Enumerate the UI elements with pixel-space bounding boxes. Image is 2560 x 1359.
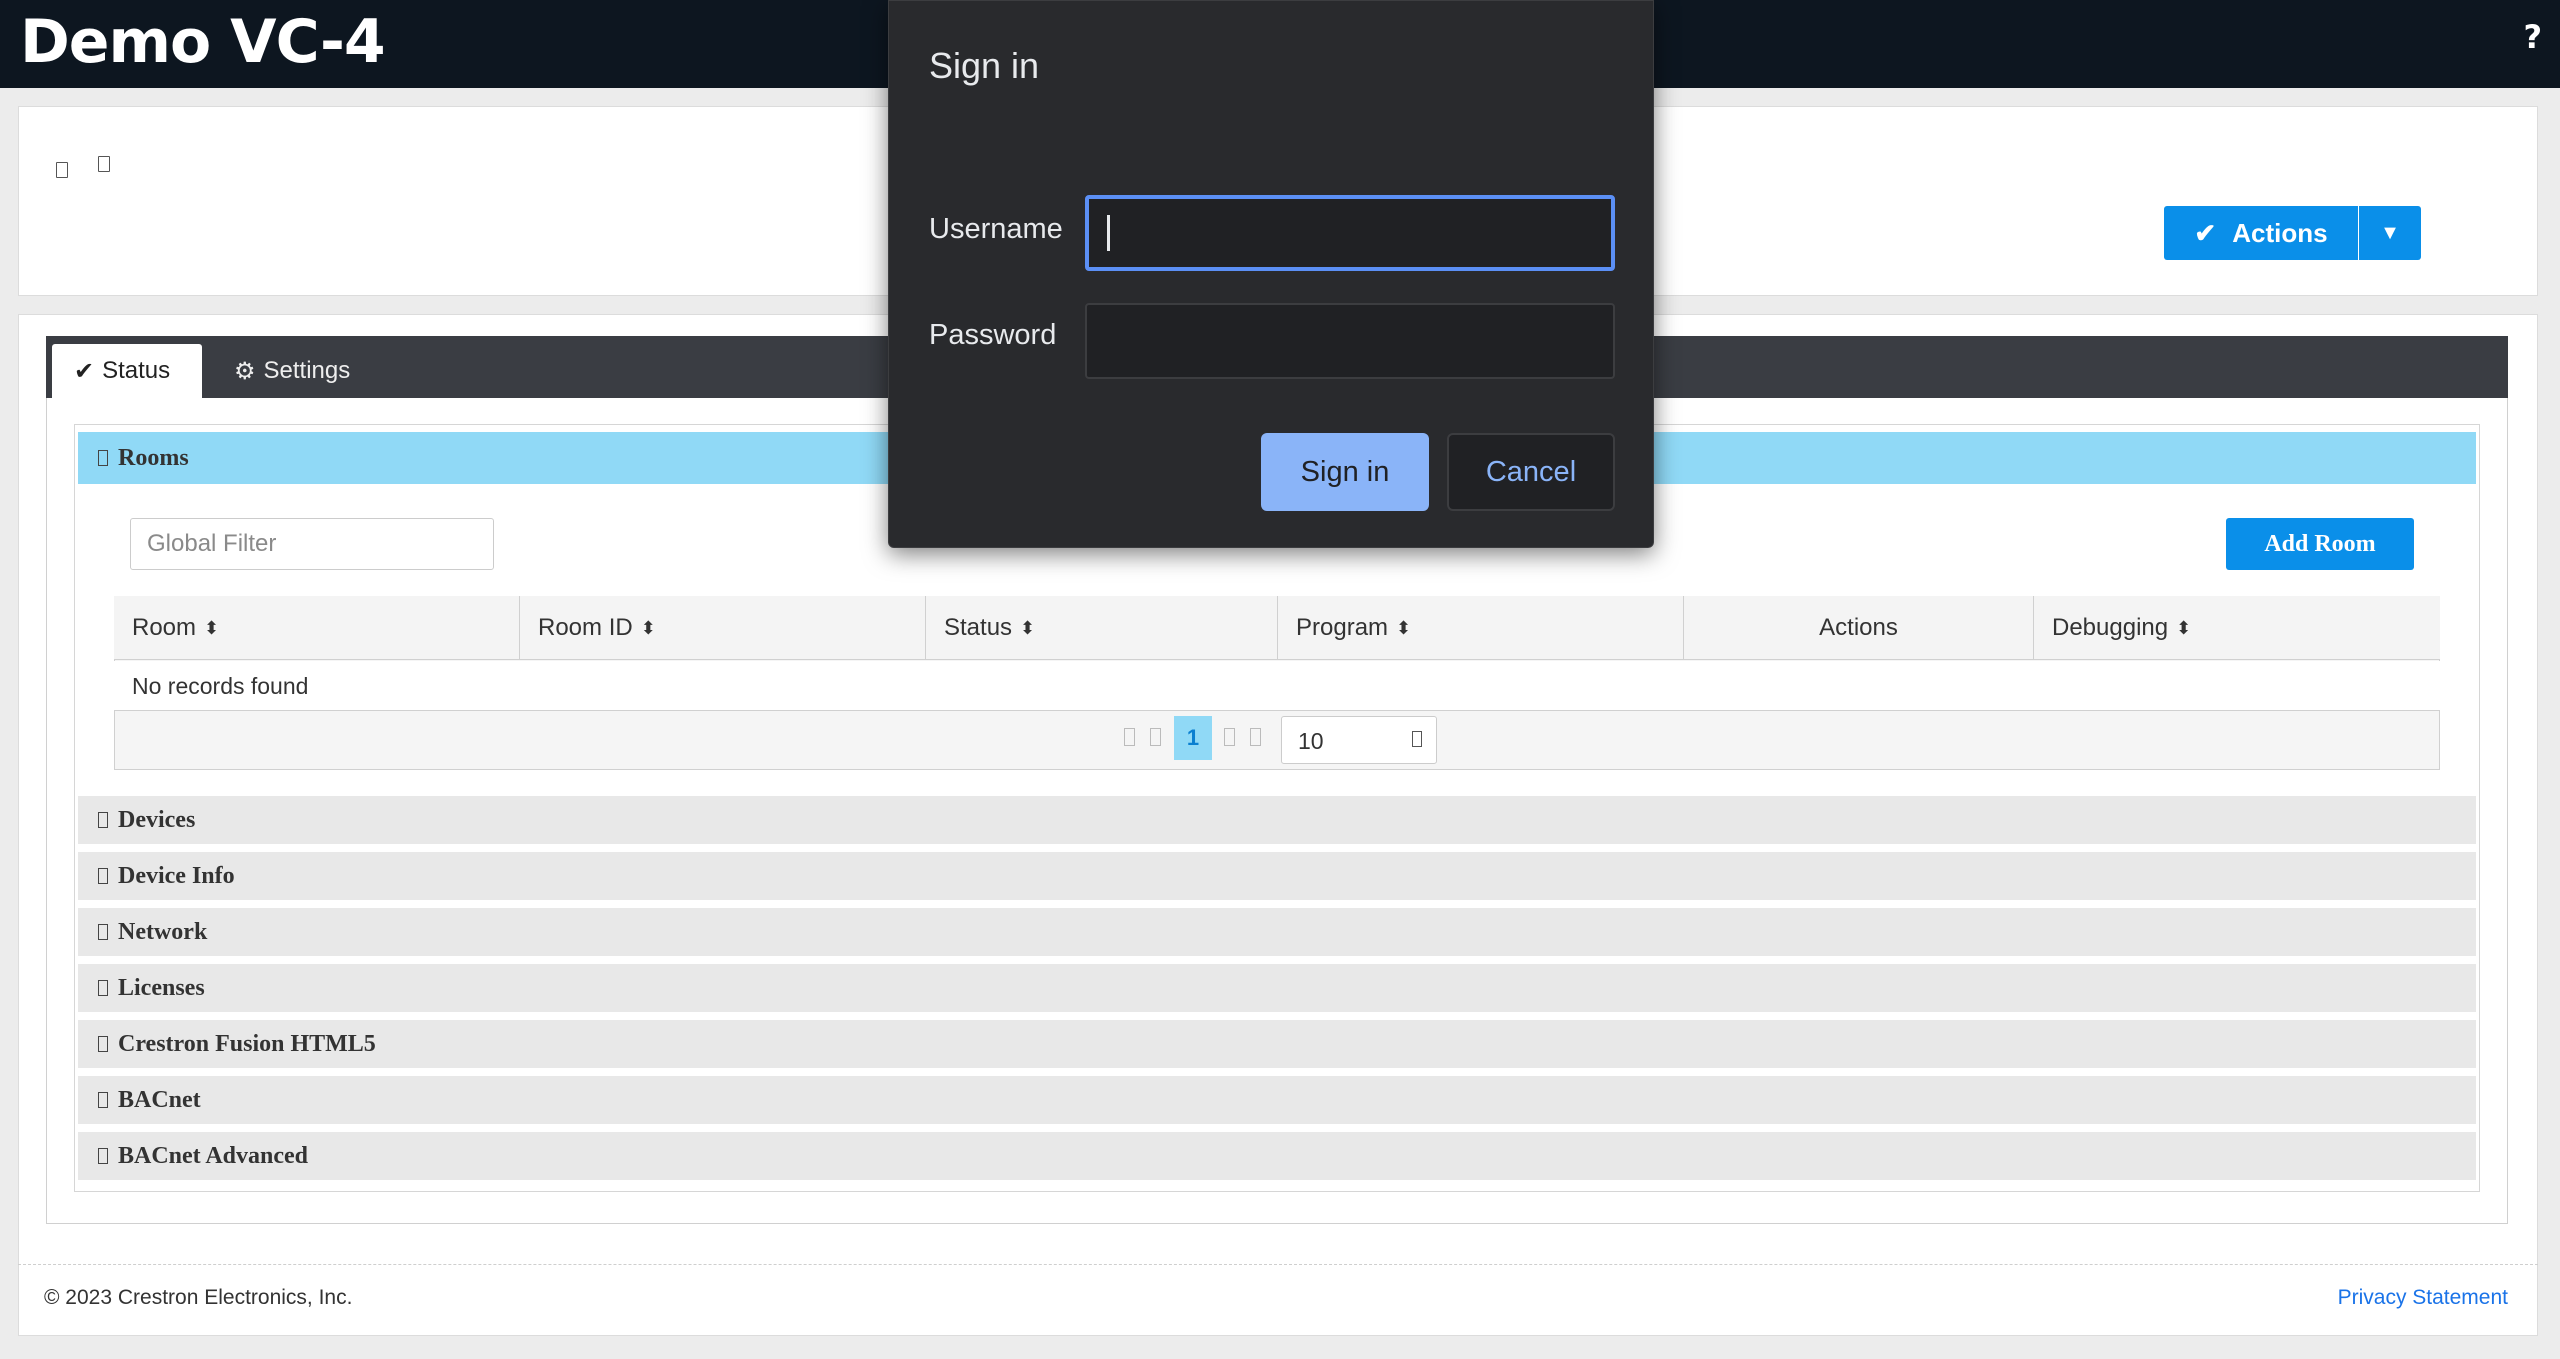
expand-icon bbox=[98, 924, 108, 940]
accordion-devices-header[interactable]: Devices bbox=[78, 796, 2476, 848]
accordion-title: Devices bbox=[118, 806, 196, 833]
accordion-rooms-title: Rooms bbox=[118, 444, 189, 471]
column-header-debugging[interactable]: Debugging ⬍ bbox=[2034, 596, 2440, 660]
expand-icon bbox=[98, 868, 108, 884]
expand-icon bbox=[98, 1092, 108, 1108]
page-size-value: 10 bbox=[1298, 728, 1324, 754]
check-icon: ✔ bbox=[2194, 217, 2217, 248]
sign-in-dialog: Sign in Username Password Sign in Cancel bbox=[888, 0, 1654, 548]
password-label: Password bbox=[929, 319, 1057, 351]
accordion-licenses-header[interactable]: Licenses bbox=[78, 964, 2476, 1016]
text-cursor bbox=[1107, 215, 1110, 251]
sort-icon: ⬍ bbox=[204, 617, 220, 638]
last-page-icon[interactable] bbox=[1250, 728, 1261, 746]
placeholder-icon bbox=[98, 156, 110, 172]
column-label: Room ID bbox=[538, 613, 633, 641]
tab-settings[interactable]: ⚙ Settings bbox=[212, 344, 382, 398]
expand-icon bbox=[98, 1148, 108, 1164]
column-label: Actions bbox=[1819, 613, 1898, 641]
accordion-title: BACnet Advanced bbox=[118, 1142, 309, 1169]
column-header-program[interactable]: Program ⬍ bbox=[1278, 596, 1684, 660]
check-icon: ✔ bbox=[74, 357, 95, 385]
accordion-device-info-header[interactable]: Device Info bbox=[78, 852, 2476, 904]
column-header-status[interactable]: Status ⬍ bbox=[926, 596, 1278, 660]
privacy-link[interactable]: Privacy Statement bbox=[2338, 1286, 2508, 1310]
copyright-text: © 2023 Crestron Electronics, Inc. bbox=[44, 1286, 353, 1309]
accordion-title: Crestron Fusion HTML5 bbox=[118, 1030, 376, 1057]
page-size-select[interactable]: 10 bbox=[1281, 716, 1437, 764]
expand-icon bbox=[98, 980, 108, 996]
accordion-title: Network bbox=[118, 918, 208, 945]
tab-status-label: Status bbox=[102, 357, 171, 384]
actions-button[interactable]: ✔ Actions bbox=[2164, 206, 2358, 260]
next-page-icon[interactable] bbox=[1224, 728, 1235, 746]
expand-icon bbox=[98, 1036, 108, 1052]
global-filter-input[interactable]: Global Filter bbox=[130, 518, 494, 570]
accordion-title: Device Info bbox=[118, 862, 235, 889]
dialog-title: Sign in bbox=[929, 45, 1040, 86]
caret-down-icon: ▼ bbox=[2380, 221, 2400, 244]
accordion-fusion-header[interactable]: Crestron Fusion HTML5 bbox=[78, 1020, 2476, 1072]
column-label: Program bbox=[1296, 613, 1389, 641]
chevron-down-icon bbox=[1412, 731, 1422, 747]
empty-message: No records found bbox=[114, 661, 2440, 711]
sort-icon: ⬍ bbox=[640, 617, 656, 638]
tab-status[interactable]: ✔ Status bbox=[52, 344, 202, 398]
column-header-room-id[interactable]: Room ID ⬍ bbox=[520, 596, 926, 660]
username-input[interactable] bbox=[1085, 195, 1615, 271]
column-label: Room bbox=[132, 613, 197, 641]
cancel-button[interactable]: Cancel bbox=[1447, 433, 1615, 511]
first-page-icon[interactable] bbox=[1124, 728, 1135, 746]
column-label: Status bbox=[944, 613, 1013, 641]
password-input[interactable] bbox=[1085, 303, 1615, 379]
expand-icon bbox=[98, 812, 108, 828]
sort-icon: ⬍ bbox=[2176, 617, 2192, 638]
column-header-room[interactable]: Room ⬍ bbox=[114, 596, 520, 660]
tab-settings-label: Settings bbox=[263, 357, 351, 384]
accordion-title: Licenses bbox=[118, 974, 205, 1001]
column-header-actions: Actions bbox=[1684, 596, 2034, 660]
accordion-network-header[interactable]: Network bbox=[78, 908, 2476, 960]
accordion-title: BACnet bbox=[118, 1086, 201, 1113]
accordion-bacnet-header[interactable]: BACnet bbox=[78, 1076, 2476, 1128]
actions-dropdown-toggle[interactable]: ▼ bbox=[2359, 206, 2421, 260]
page-button-1[interactable]: 1 bbox=[1174, 716, 1212, 760]
collapse-icon bbox=[98, 450, 108, 466]
sort-icon: ⬍ bbox=[1020, 617, 1036, 638]
column-label: Debugging bbox=[2052, 613, 2169, 641]
help-icon[interactable]: ? bbox=[2523, 18, 2542, 56]
sign-in-button[interactable]: Sign in bbox=[1261, 433, 1429, 511]
username-label: Username bbox=[929, 213, 1063, 245]
prev-page-icon[interactable] bbox=[1150, 728, 1161, 746]
sort-icon: ⬍ bbox=[1396, 617, 1412, 638]
add-room-button[interactable]: Add Room bbox=[2226, 518, 2414, 570]
accordion-bacnet-advanced-header[interactable]: BACnet Advanced bbox=[78, 1132, 2476, 1184]
gear-icon: ⚙ bbox=[234, 357, 256, 385]
footer-divider bbox=[18, 1264, 2538, 1265]
placeholder-icon bbox=[56, 162, 68, 178]
app-title: Demo VC-4 bbox=[20, 7, 386, 77]
actions-label: Actions bbox=[2232, 217, 2328, 248]
